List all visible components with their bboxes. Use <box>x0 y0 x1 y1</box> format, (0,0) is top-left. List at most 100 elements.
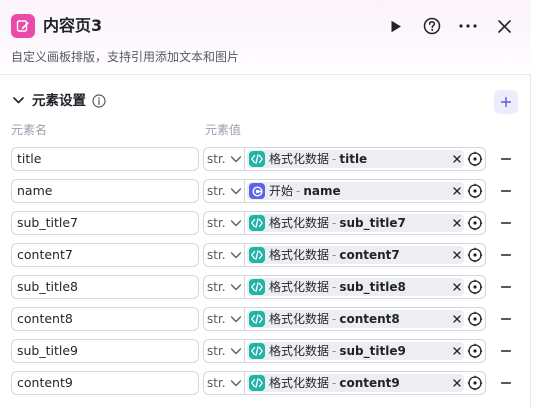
element-name-input[interactable]: content7 <box>11 243 199 267</box>
variable-reference-chip[interactable]: 格式化数据 - sub_title8 <box>247 278 464 296</box>
element-row: sub_title8 str. 格式化数据 - sub_title8 <box>0 275 531 299</box>
variable-reference-chip[interactable]: 格式化数据 - sub_title7 <box>247 214 464 232</box>
target-icon[interactable] <box>467 183 483 199</box>
type-select-value: str. <box>207 376 226 390</box>
minus-icon[interactable] <box>499 313 513 325</box>
node-title[interactable]: 内容页3 <box>43 14 102 38</box>
code-icon <box>249 343 265 359</box>
info-icon[interactable] <box>92 93 106 108</box>
code-icon <box>249 215 265 231</box>
chevron-down-icon <box>230 252 242 259</box>
close-icon[interactable] <box>451 249 463 261</box>
target-icon[interactable] <box>467 151 483 167</box>
type-select[interactable]: str. <box>203 275 245 299</box>
variable-reference-chip[interactable]: 格式化数据 - content7 <box>247 246 464 264</box>
element-name-input[interactable]: sub_title9 <box>11 339 199 363</box>
minus-icon[interactable] <box>499 153 513 165</box>
variable-reference-chip[interactable]: 格式化数据 - content9 <box>247 374 464 392</box>
header-divider <box>0 74 531 75</box>
target-icon[interactable] <box>467 343 483 359</box>
type-select[interactable]: str. <box>203 211 245 235</box>
chip-source-node: 格式化数据 <box>269 280 330 294</box>
code-icon <box>249 247 265 263</box>
node-description: 自定义画板排版，支持引用添加文本和图片 <box>11 50 240 64</box>
target-icon[interactable] <box>467 279 483 295</box>
chip-separator: - <box>332 152 337 166</box>
target-icon[interactable] <box>467 247 483 263</box>
target-icon[interactable] <box>467 311 483 327</box>
chip-source-node: 格式化数据 <box>269 152 330 166</box>
chip-variable-name: sub_title7 <box>339 216 406 230</box>
type-select[interactable]: str. <box>203 307 245 331</box>
code-icon <box>249 375 265 391</box>
type-select-value: str. <box>207 216 226 230</box>
element-row: content7 str. 格式化数据 - content7 <box>0 243 531 267</box>
close-icon[interactable] <box>451 345 463 357</box>
variable-reference-chip[interactable]: 格式化数据 - sub_title9 <box>247 342 464 360</box>
minus-icon[interactable] <box>499 281 513 293</box>
element-name-input[interactable]: sub_title8 <box>11 275 199 299</box>
chip-separator: - <box>332 216 337 230</box>
minus-icon[interactable] <box>499 377 513 389</box>
element-row: sub_title7 str. 格式化数据 - sub_title7 <box>0 211 531 235</box>
play-icon[interactable] <box>383 13 409 39</box>
chip-separator: - <box>332 312 337 326</box>
start-node-icon <box>249 183 265 199</box>
code-icon <box>249 151 265 167</box>
type-select[interactable]: str. <box>203 371 245 395</box>
element-row: content9 str. 格式化数据 - content9 <box>0 371 531 395</box>
element-value-field[interactable]: 格式化数据 - title <box>244 147 486 171</box>
type-select[interactable]: str. <box>203 179 245 203</box>
chip-variable-name: name <box>303 184 341 198</box>
type-select[interactable]: str. <box>203 147 245 171</box>
edit-card-icon <box>11 14 35 38</box>
chip-source-node: 格式化数据 <box>269 216 330 230</box>
element-value-field[interactable]: 开始 - name <box>244 179 486 203</box>
chip-variable-name: content8 <box>339 312 400 326</box>
element-value-field[interactable]: 格式化数据 - sub_title9 <box>244 339 486 363</box>
chevron-down-icon <box>230 220 242 227</box>
target-icon[interactable] <box>467 375 483 391</box>
type-select[interactable]: str. <box>203 243 245 267</box>
element-value-field[interactable]: 格式化数据 - content8 <box>244 307 486 331</box>
close-icon[interactable] <box>451 377 463 389</box>
variable-reference-chip[interactable]: 格式化数据 - title <box>247 150 464 168</box>
close-icon[interactable] <box>451 153 463 165</box>
chip-separator: - <box>296 184 301 198</box>
type-select[interactable]: str. <box>203 339 245 363</box>
close-icon[interactable] <box>491 13 517 39</box>
chip-variable-name: content7 <box>339 248 400 262</box>
close-icon[interactable] <box>451 281 463 293</box>
element-name-input[interactable]: title <box>11 147 199 171</box>
column-header-name: 元素名 <box>11 123 48 137</box>
type-select-value: str. <box>207 344 226 358</box>
chip-separator: - <box>332 344 337 358</box>
variable-reference-chip[interactable]: 开始 - name <box>247 182 464 200</box>
element-name-input[interactable]: name <box>11 179 199 203</box>
chevron-down-icon <box>230 156 242 163</box>
chip-source-node: 格式化数据 <box>269 376 330 390</box>
element-value-field[interactable]: 格式化数据 - content9 <box>244 371 486 395</box>
minus-icon[interactable] <box>499 249 513 261</box>
minus-icon[interactable] <box>499 345 513 357</box>
variable-reference-chip[interactable]: 格式化数据 - content8 <box>247 310 464 328</box>
element-name-input[interactable]: sub_title7 <box>11 211 199 235</box>
chip-separator: - <box>332 248 337 262</box>
element-value-field[interactable]: 格式化数据 - content7 <box>244 243 486 267</box>
chevron-down-icon[interactable] <box>11 93 25 107</box>
element-value-field[interactable]: 格式化数据 - sub_title8 <box>244 275 486 299</box>
element-name-input[interactable]: content9 <box>11 371 199 395</box>
close-icon[interactable] <box>451 217 463 229</box>
question-circle-icon[interactable] <box>419 13 445 39</box>
target-icon[interactable] <box>467 215 483 231</box>
element-value-field[interactable]: 格式化数据 - sub_title7 <box>244 211 486 235</box>
element-name-input[interactable]: content8 <box>11 307 199 331</box>
minus-icon[interactable] <box>499 185 513 197</box>
close-icon[interactable] <box>451 185 463 197</box>
chevron-down-icon <box>230 188 242 195</box>
add-element-button[interactable] <box>494 90 518 114</box>
chip-source-node: 开始 <box>269 184 294 198</box>
minus-icon[interactable] <box>499 217 513 229</box>
more-icon[interactable] <box>455 13 481 39</box>
close-icon[interactable] <box>451 313 463 325</box>
